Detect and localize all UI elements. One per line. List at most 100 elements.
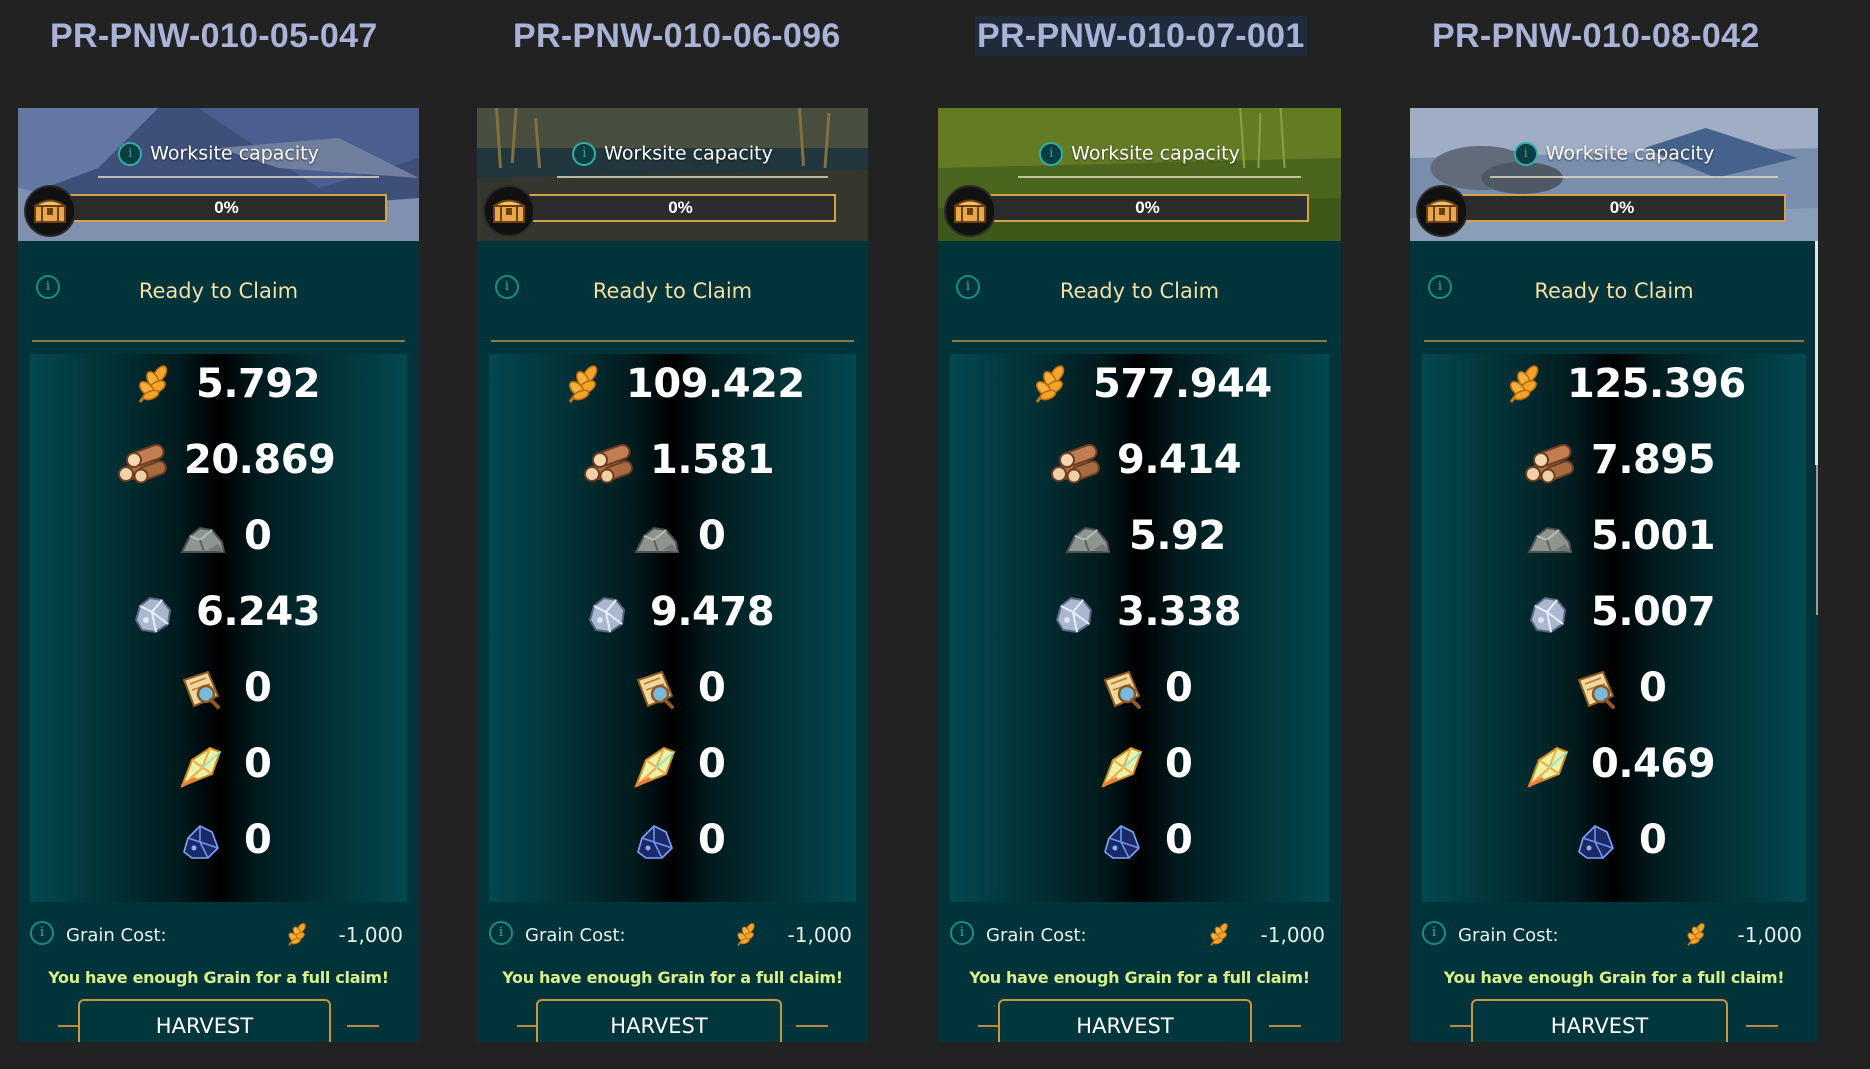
claim-panel: i Ready to Claim 109.422 1.581 0 9.478 0…: [477, 241, 868, 1042]
info-icon[interactable]: i: [572, 142, 597, 166]
worksite-header: i Worksite capacity 0%: [938, 108, 1341, 241]
resource-row: 125.396: [1410, 354, 1818, 414]
resource-row: 0: [938, 734, 1341, 794]
resource-amount: 0: [1639, 817, 1667, 863]
capacity-progress-bar: 0%: [66, 194, 387, 222]
scrollbar-thumb[interactable]: [1815, 241, 1818, 465]
crystal-icon: [178, 742, 224, 788]
iron-ore-icon: [584, 590, 630, 636]
wood-icon: [1051, 438, 1100, 484]
resource-row: 0: [477, 810, 868, 870]
dark-ore-icon: [1573, 818, 1619, 864]
ready-to-claim-label: Ready to Claim: [1059, 279, 1220, 303]
resource-row: 5.792: [18, 354, 419, 414]
info-icon[interactable]: i: [118, 142, 143, 166]
harvest-button-group: HARVEST: [938, 999, 1341, 1042]
decorative-line: [347, 1025, 379, 1027]
grain-icon: [732, 921, 760, 949]
resource-row: 5.001: [1410, 506, 1818, 566]
resource-row: 0: [18, 810, 419, 870]
grain-cost-label: Grain Cost:: [986, 925, 1087, 946]
info-icon[interactable]: i: [1422, 921, 1446, 945]
worksite-card: i Worksite capacity 0% i Ready to Claim: [18, 108, 419, 1042]
decorative-line: [1746, 1025, 1778, 1027]
chest-icon: [24, 185, 76, 237]
resource-amount: 0: [698, 665, 726, 711]
resource-amount: 5.792: [196, 361, 321, 407]
resource-amount: 0: [1165, 665, 1193, 711]
scroll-map-icon: [632, 666, 678, 712]
resource-row: 109.422: [477, 354, 868, 414]
divider: [32, 340, 405, 342]
resource-amount: 6.243: [196, 589, 321, 635]
resource-amount: 0: [698, 741, 726, 787]
decorative-line: [796, 1025, 828, 1027]
iron-ore-icon: [130, 590, 176, 636]
resource-row: 3.338: [938, 582, 1341, 642]
harvest-button-group: HARVEST: [477, 999, 868, 1042]
capacity-progress-bar: 0%: [525, 194, 836, 222]
worksite-title[interactable]: PR-PNW-010-05-047: [48, 16, 380, 56]
iron-ore-icon: [1525, 590, 1571, 636]
divider: [491, 340, 854, 342]
info-icon[interactable]: i: [1513, 142, 1538, 166]
worksite-title[interactable]: PR-PNW-010-07-001: [975, 16, 1307, 56]
resource-amount: 9.414: [1117, 437, 1242, 483]
harvest-button[interactable]: HARVEST: [78, 999, 331, 1042]
resource-row: 6.243: [18, 582, 419, 642]
scroll-map-icon: [178, 666, 224, 712]
worksite-title[interactable]: PR-PNW-010-06-096: [511, 16, 843, 56]
resource-row: 1.581: [477, 430, 868, 490]
worksite-capacity-label: i Worksite capacity: [477, 142, 868, 166]
crystal-icon: [1525, 742, 1571, 788]
harvest-button[interactable]: HARVEST: [1471, 999, 1728, 1042]
grain-icon: [130, 362, 176, 408]
resource-row: 0: [477, 506, 868, 566]
info-icon[interactable]: i: [30, 921, 54, 945]
resource-amount: 7.895: [1591, 437, 1716, 483]
grain-cost-value: -1,000: [787, 923, 852, 947]
divider: [557, 176, 828, 178]
divider: [952, 340, 1327, 342]
resource-amount: 0.469: [1591, 741, 1716, 787]
grain-cost-value: -1,000: [1737, 923, 1802, 947]
chest-icon: [944, 185, 996, 237]
resource-amount: 0: [244, 817, 272, 863]
stone-icon: [1525, 514, 1573, 560]
resource-amount: 0: [698, 817, 726, 863]
ready-to-claim-label: Ready to Claim: [1534, 279, 1694, 303]
grain-sufficiency-notice: You have enough Grain for a full claim!: [502, 968, 843, 987]
worksite-header: i Worksite capacity 0%: [1410, 108, 1818, 241]
resource-row: 0: [938, 658, 1341, 718]
worksite-title[interactable]: PR-PNW-010-08-042: [1430, 16, 1762, 56]
resource-amount: 5.92: [1129, 513, 1226, 559]
info-icon[interactable]: i: [489, 921, 513, 945]
resource-row: 9.414: [938, 430, 1341, 490]
harvest-button[interactable]: HARVEST: [998, 999, 1252, 1042]
grain-icon: [1501, 362, 1547, 408]
worksite-header: i Worksite capacity 0%: [477, 108, 868, 241]
resource-row: 7.895: [1410, 430, 1818, 490]
grain-cost-value: -1,000: [338, 923, 403, 947]
harvest-button[interactable]: HARVEST: [536, 999, 782, 1042]
capacity-label-text: Worksite capacity: [604, 142, 773, 165]
info-icon[interactable]: i: [950, 921, 974, 945]
scrollbar-track[interactable]: [1816, 465, 1818, 615]
capacity-percent: 0%: [214, 198, 239, 217]
worksite-capacity-label: i Worksite capacity: [1410, 142, 1818, 166]
resource-amount: 0: [244, 513, 272, 559]
resource-row: 0: [18, 658, 419, 718]
wood-icon: [1525, 438, 1574, 484]
harvest-button-group: HARVEST: [18, 999, 419, 1042]
info-icon[interactable]: i: [1039, 142, 1064, 166]
resource-row: 5.92: [938, 506, 1341, 566]
worksite-card: i Worksite capacity 0% i Ready to Claim: [938, 108, 1341, 1042]
decorative-line: [1269, 1025, 1301, 1027]
ready-to-claim-label: Ready to Claim: [592, 279, 753, 303]
dark-ore-icon: [178, 818, 224, 864]
worksite-card: i Worksite capacity 0% i Ready to Claim: [1410, 108, 1818, 1042]
grain-icon: [1205, 921, 1233, 949]
resource-row: 0: [477, 658, 868, 718]
resource-row: 9.478: [477, 582, 868, 642]
resource-amount: 0: [244, 665, 272, 711]
